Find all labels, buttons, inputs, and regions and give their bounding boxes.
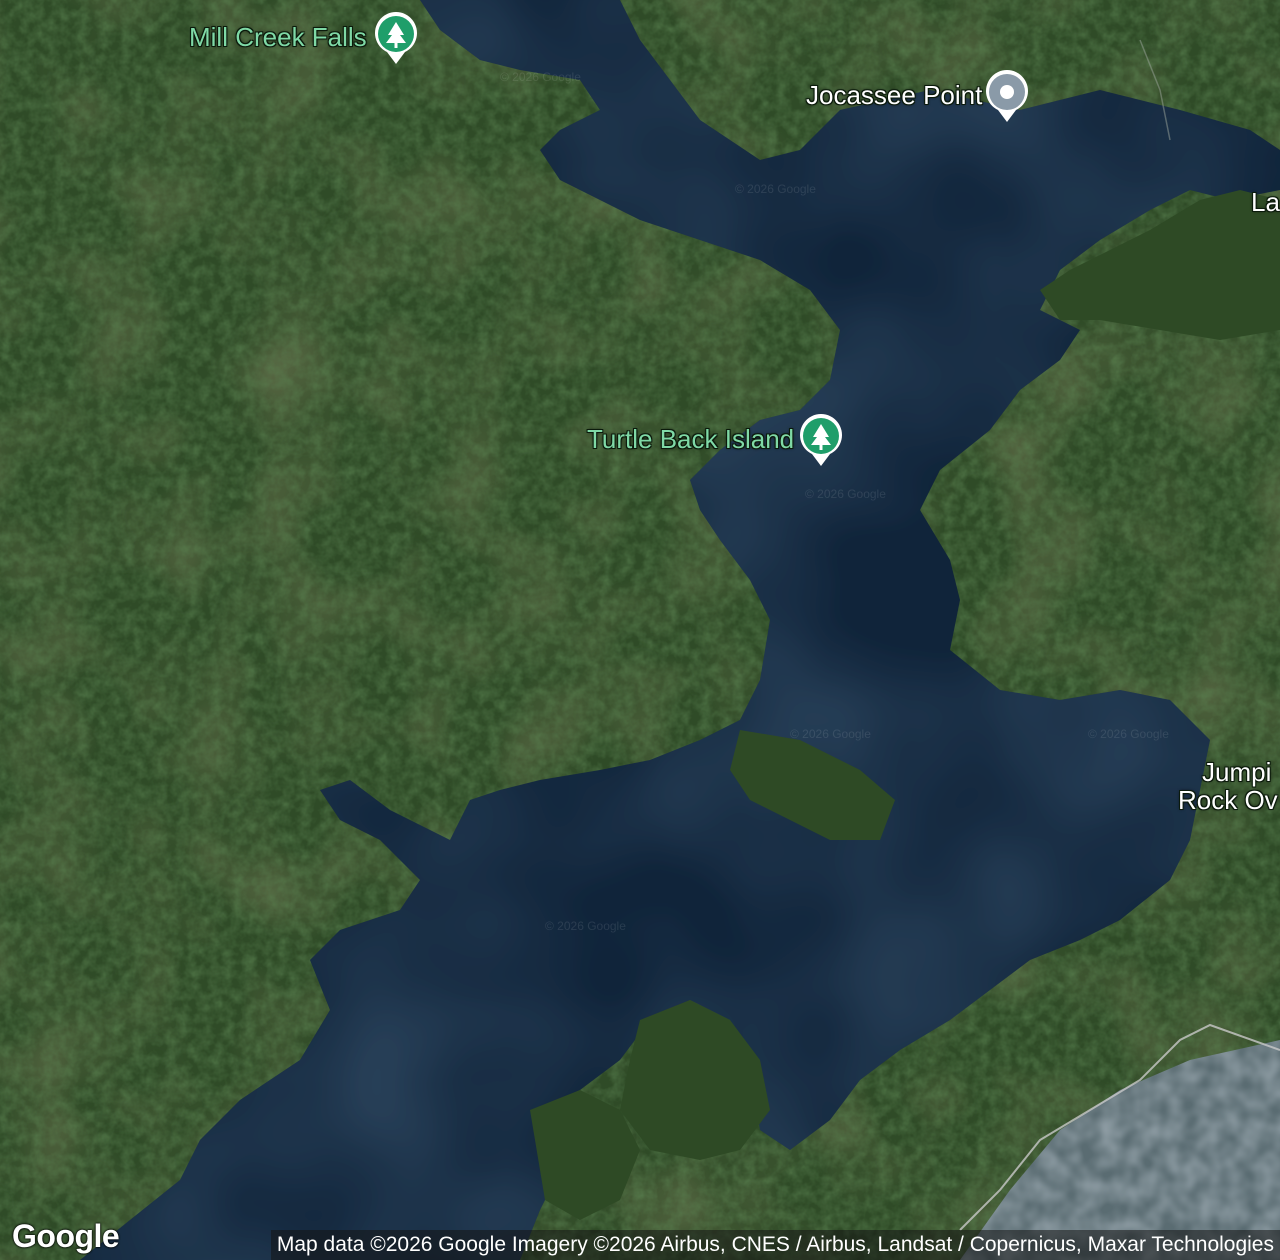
google-logo: Google bbox=[12, 1218, 120, 1254]
map-watermark: © 2026 Google bbox=[735, 182, 816, 196]
place-label[interactable]: Jocassee Point bbox=[806, 80, 982, 110]
dot-icon[interactable] bbox=[984, 68, 1030, 122]
map-watermark: © 2026 Google bbox=[790, 727, 871, 741]
place-marker-mill-creek-falls[interactable]: Mill Creek Falls bbox=[189, 10, 419, 64]
place-marker-jocassee-point[interactable]: Jocassee Point bbox=[806, 68, 1030, 122]
place-label-truncated[interactable]: La bbox=[1251, 188, 1280, 216]
map-watermark: © 2026 Google bbox=[1088, 727, 1169, 741]
place-label[interactable]: Turtle Back Island bbox=[587, 424, 794, 454]
place-label[interactable]: Mill Creek Falls bbox=[189, 22, 367, 52]
place-marker-turtle-back-island[interactable]: Turtle Back Island bbox=[587, 412, 844, 466]
place-label-truncated[interactable]: Rock Ov bbox=[1178, 786, 1278, 814]
map-watermark: © 2026 Google bbox=[500, 70, 581, 84]
map-watermark: © 2026 Google bbox=[805, 487, 886, 501]
place-label-truncated[interactable]: Jumpi bbox=[1202, 758, 1271, 786]
satellite-map[interactable] bbox=[0, 0, 1280, 1260]
map-attribution: Map data ©2026 Google Imagery ©2026 Airb… bbox=[270, 1230, 1280, 1260]
map-watermark: © 2026 Google bbox=[545, 919, 626, 933]
tree-icon[interactable] bbox=[798, 412, 844, 466]
tree-icon[interactable] bbox=[373, 10, 419, 64]
